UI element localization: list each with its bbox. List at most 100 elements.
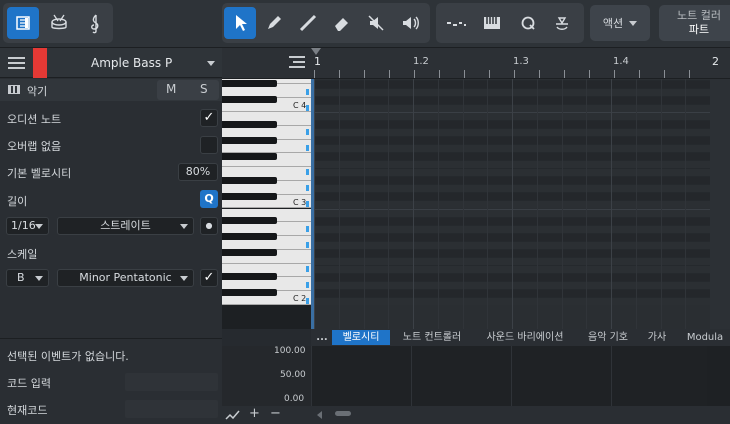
step-record-button[interactable] <box>440 7 472 39</box>
remove-lane-button[interactable]: − <box>270 406 281 421</box>
tab-lyrics[interactable]: 가사 <box>642 330 672 345</box>
action-menu-button[interactable]: 액션 <box>590 5 650 41</box>
black-key[interactable] <box>222 80 277 88</box>
keyboard-button[interactable] <box>476 7 508 39</box>
solo-s-button[interactable]: S <box>200 82 208 96</box>
tab-sound-variation[interactable]: 사운드 바리에이션 <box>477 330 573 345</box>
inspector-toggle-button[interactable] <box>7 7 39 39</box>
curve-tool-icon[interactable] <box>225 409 241 421</box>
chevron-down-icon[interactable] <box>207 61 215 66</box>
tab-velocity[interactable]: 벨로시티 <box>332 330 390 345</box>
grid-line <box>586 79 588 329</box>
editor-view-group <box>3 3 113 43</box>
chevron-down-icon <box>35 224 43 229</box>
quantize-button[interactable] <box>512 7 544 39</box>
length-value-dropdown[interactable]: 1/16 <box>6 217 49 235</box>
length-mode-dropdown[interactable]: 스트레이트 <box>57 217 194 235</box>
toolbar: 액션 노트 컬러 파트 <box>0 0 730 48</box>
more-tabs-button[interactable]: ... <box>315 330 329 345</box>
bottom-bar: + − <box>222 406 730 424</box>
black-key[interactable] <box>222 152 277 160</box>
paint-tool-button[interactable] <box>292 7 324 39</box>
mute-tool-button[interactable] <box>360 7 392 39</box>
velocity-tick: 100.00 <box>274 346 306 356</box>
velocity-scale: 100.00 50.00 0.00 <box>222 346 311 406</box>
paint-line-icon <box>299 14 317 32</box>
black-key[interactable] <box>222 217 277 225</box>
eraser-tool-button[interactable] <box>326 7 358 39</box>
arrow-tool-button[interactable] <box>224 7 256 39</box>
action-label: 액션 <box>602 17 624 30</box>
length-option-button[interactable]: ● <box>200 217 218 235</box>
black-key[interactable] <box>222 176 277 184</box>
velocity-lane[interactable]: 100.00 50.00 0.00 <box>222 346 730 406</box>
piano-keyboard[interactable]: C 4 C 3 C 2 <box>222 79 311 329</box>
scale-type-dropdown[interactable]: Minor Pentatonic <box>57 269 194 287</box>
audition-notes-label: 오디션 노트 <box>7 113 62 126</box>
scale-checkbox[interactable]: ✓ <box>200 269 218 287</box>
black-key[interactable] <box>222 136 277 144</box>
black-key[interactable] <box>222 120 277 128</box>
chord-input-field[interactable] <box>125 373 218 391</box>
tool-group <box>222 3 430 43</box>
black-key[interactable] <box>222 249 277 257</box>
playhead-marker-icon[interactable] <box>311 48 321 55</box>
score-editor-button[interactable] <box>79 7 111 39</box>
scroll-left-icon[interactable] <box>317 411 322 419</box>
default-velocity-field[interactable]: 80% <box>178 163 218 181</box>
scale-note-marker <box>306 104 309 111</box>
view-options-icon[interactable] <box>289 56 305 70</box>
instrument-label: 악기 <box>27 85 48 98</box>
scale-root-dropdown[interactable]: B <box>6 269 49 287</box>
pencil-tool-button[interactable] <box>258 7 290 39</box>
tab-modulation[interactable]: Modula <box>683 330 727 345</box>
tab-music-symbols[interactable]: 음악 기호 <box>582 330 634 345</box>
black-key[interactable] <box>222 289 277 297</box>
grid-line <box>388 79 390 329</box>
note-color-dropdown[interactable]: 노트 컬러 파트 <box>659 5 730 41</box>
key-label-c2: C 2 <box>293 294 307 303</box>
hamburger-icon[interactable] <box>8 57 25 69</box>
divider <box>0 338 222 339</box>
horizontal-scroll-thumb[interactable] <box>335 411 351 416</box>
ruler-mark: 1.2 <box>413 56 429 67</box>
transform-button[interactable] <box>546 7 578 39</box>
black-key[interactable] <box>222 233 277 241</box>
black-key[interactable] <box>222 96 277 104</box>
scale-note-marker <box>306 265 309 272</box>
listen-tool-button[interactable] <box>394 7 426 39</box>
grid-line <box>314 79 315 329</box>
note-grid[interactable] <box>314 79 710 329</box>
scale-note-marker <box>306 297 309 304</box>
track-color-swatch[interactable] <box>33 48 47 78</box>
grid-line <box>635 79 637 329</box>
mute-m-button[interactable]: M <box>166 82 176 96</box>
scale-type-value: Minor Pentatonic <box>79 271 172 284</box>
vertical-scrollbar[interactable] <box>710 79 730 329</box>
black-key[interactable] <box>222 192 277 200</box>
length-value: 1/16 <box>11 219 36 232</box>
keys-header <box>222 48 311 79</box>
scale-note-marker <box>306 129 309 136</box>
transform-icon <box>556 17 568 30</box>
tab-note-controller[interactable]: 노트 컨트롤러 <box>394 330 470 345</box>
note-tools-group <box>436 3 584 43</box>
drum-editor-button[interactable] <box>43 7 75 39</box>
no-overlap-checkbox[interactable] <box>200 136 218 154</box>
quantize-length-button[interactable]: Q <box>200 190 218 208</box>
velocity-grid[interactable] <box>311 346 707 406</box>
track-name[interactable]: Ample Bass P <box>91 56 172 70</box>
add-lane-button[interactable]: + <box>249 406 260 421</box>
grid-line <box>487 79 489 329</box>
note-color-label: 노트 컬러 <box>677 9 721 22</box>
grid-line <box>611 79 612 329</box>
black-key[interactable] <box>222 273 277 281</box>
current-chord-field <box>125 400 218 418</box>
timeline-ruler[interactable]: 1 1.2 1.3 1.4 2 <box>311 48 730 79</box>
grid-line <box>660 79 662 329</box>
audition-notes-checkbox[interactable]: ✓ <box>200 109 218 127</box>
no-overlap-label: 오버랩 없음 <box>7 140 62 153</box>
mute-speaker-icon <box>368 15 384 31</box>
chevron-down-icon <box>180 224 188 229</box>
piano-roll-editor: 액션 노트 컬러 파트 Ample Bass P 악기 M S 오디션 노트 ✓… <box>0 0 730 424</box>
